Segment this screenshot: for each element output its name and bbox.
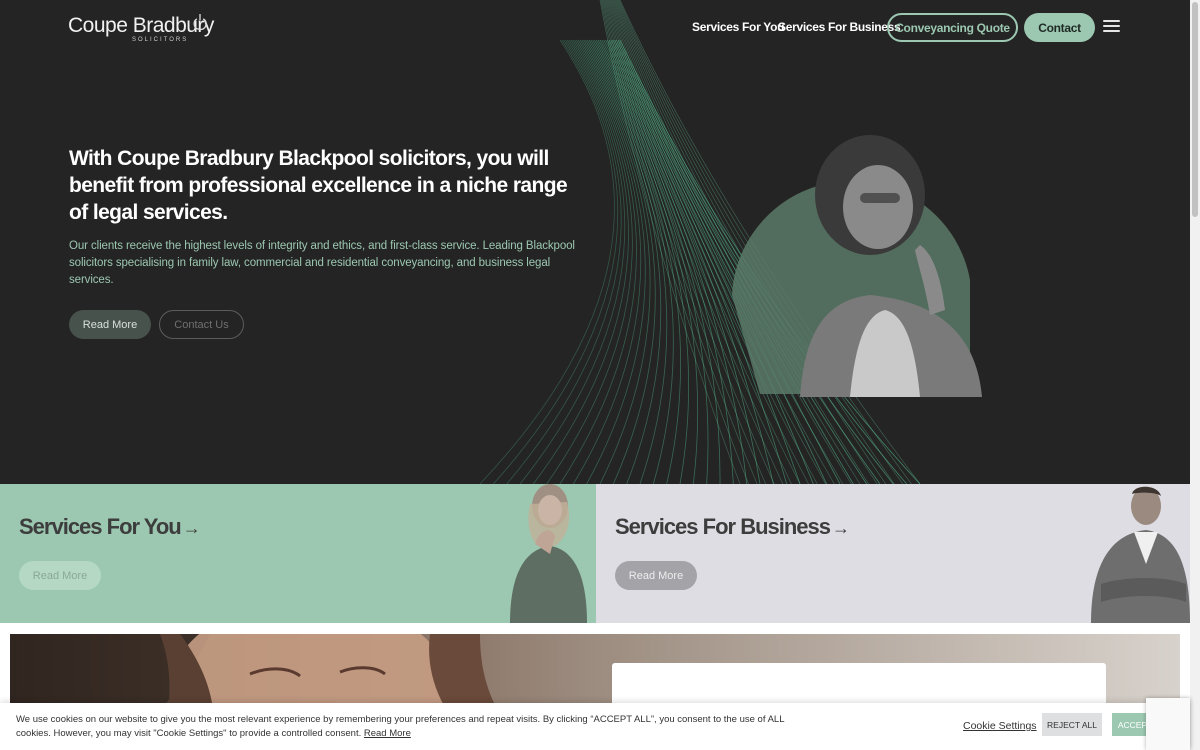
services-for-you-read-more-button[interactable]: Read More <box>19 561 101 590</box>
conveyancing-quote-button[interactable]: Conveyancing Quote <box>887 13 1018 42</box>
arrow-right-icon: → <box>182 518 201 538</box>
services-for-business-label: Services For Business <box>615 514 831 539</box>
services-for-you-label: Services For You <box>19 514 182 539</box>
cookie-read-more-link[interactable]: Read More <box>364 728 411 739</box>
cookie-settings-link[interactable]: Cookie Settings <box>963 720 1037 732</box>
hero-description: Our clients receive the highest levels o… <box>69 240 575 286</box>
hero-read-more-button[interactable]: Read More <box>69 310 151 339</box>
nav-services-for-business[interactable]: Services For Business <box>778 20 901 34</box>
logo-subtext: SOLICITORS <box>132 37 189 43</box>
hero-contact-us-button[interactable]: Contact Us <box>159 310 244 339</box>
site-logo[interactable]: Coupe Bradbury SOLICITORS <box>68 12 218 44</box>
arrow-right-icon: → <box>832 518 850 538</box>
services-for-business-read-more-button[interactable]: Read More <box>615 561 697 590</box>
hero-woman-on-phone-image <box>732 135 982 397</box>
services-for-you-panel[interactable]: Services For You → Read More <box>0 484 596 623</box>
menu-icon[interactable] <box>1103 20 1120 34</box>
services-for-business-panel[interactable]: Services For Business → Read More <box>596 484 1190 623</box>
nav-services-for-you[interactable]: Services For You <box>692 20 784 34</box>
scrollbar-thumb[interactable] <box>1192 2 1198 217</box>
businessman-arms-crossed-image <box>1091 486 1190 623</box>
recaptcha-badge[interactable] <box>1146 698 1190 750</box>
contact-button[interactable]: Contact <box>1024 13 1095 42</box>
reject-all-button[interactable]: REJECT ALL <box>1042 713 1102 736</box>
hero-section: Coupe Bradbury SOLICITORS Services For Y… <box>0 0 1190 484</box>
services-for-you-title[interactable]: Services For You → <box>19 514 201 540</box>
logo-leaf-icon <box>193 14 207 31</box>
hero-title: With Coupe Bradbury Blackpool solicitors… <box>69 147 568 224</box>
woman-thinking-image <box>510 484 587 623</box>
cookie-consent-bar: We use cookies on our website to give yo… <box>0 703 1190 750</box>
services-for-business-title[interactable]: Services For Business → <box>615 514 850 540</box>
cookie-message: We use cookies on our website to give yo… <box>16 713 806 740</box>
